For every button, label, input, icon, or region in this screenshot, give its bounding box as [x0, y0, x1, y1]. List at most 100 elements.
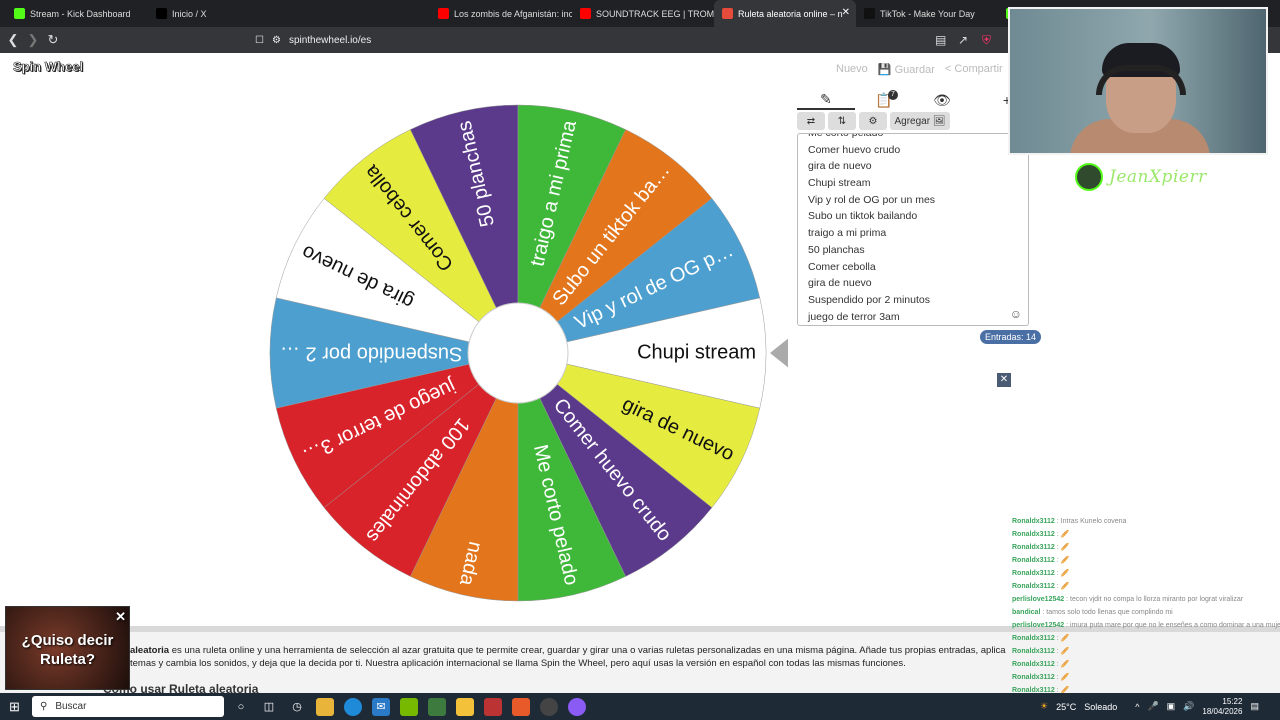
site-logo[interactable]: Spin Wheel [13, 59, 84, 75]
mic-icon[interactable]: 🎤 [1147, 701, 1158, 712]
tab-close-icon[interactable]: ✕ [842, 7, 850, 18]
url-field[interactable]: ☐ ⚙ spinthewheel.io/es [255, 30, 1005, 50]
app-icon[interactable] [428, 697, 446, 716]
wheel[interactable]: Chupi streamgira de nuevoComer huevo cru… [268, 103, 788, 603]
chat-message: Ronaldx3112 : 🥖 [1012, 528, 1280, 541]
description-bold: aleatoria [130, 645, 170, 656]
description-text: aleatoria es una ruleta online y una her… [130, 644, 1010, 670]
task-view-icon[interactable]: ○ [232, 698, 250, 716]
roulette-promo[interactable]: ✕ ¿Quiso decir Ruleta? [5, 606, 130, 690]
brave-icon[interactable] [512, 697, 530, 716]
browser-tab[interactable]: Ruleta aleatoria online – n ✕ [714, 0, 856, 27]
widgets-icon[interactable]: ◫ [260, 698, 278, 716]
streamer-avatar [1075, 163, 1103, 191]
forward-icon[interactable]: ❯ [23, 32, 43, 48]
close-ad-icon[interactable]: ✕ [997, 373, 1011, 387]
share-page-icon[interactable]: ↗ [958, 33, 968, 47]
wheel-segment-label: Suspendido por 2 … [280, 343, 462, 365]
wheel-segment-label: Chupi stream [637, 341, 756, 363]
chat-message: perlislove12542 : imura puta mare por qu… [1012, 619, 1280, 632]
reload-icon[interactable]: ↻ [43, 32, 63, 48]
browser-tab[interactable]: Inicio / X [148, 0, 290, 27]
obs-icon[interactable] [540, 697, 558, 716]
chat-text: 🥖 [1060, 544, 1070, 551]
weather-icon: ☀ [1040, 701, 1049, 711]
entries-textarea[interactable]: Me corto pelado Comer huevo crudo gira de… [797, 133, 1029, 326]
entry-tools: ⇄ ⇅ ⚙ Agregar 🖼 [797, 112, 950, 130]
mail-icon[interactable]: ✉ [372, 697, 390, 716]
browser-tab[interactable]: TikTok - Make Your Day [856, 0, 998, 27]
spinthewheel-icon [722, 8, 733, 19]
new-button[interactable]: Nuevo [836, 63, 868, 76]
browser-tab[interactable]: Los zombis de Afganistán: inch [430, 0, 572, 27]
entry-line: juego de terror 3am [808, 310, 900, 323]
clock-time: 15:22 [1222, 696, 1243, 706]
chat-text: 🥖 [1060, 648, 1070, 655]
clock-date: 18/04/2026 [1202, 706, 1243, 716]
add-wheel-icon[interactable]: + [971, 92, 1011, 108]
add-image-label: Agregar [894, 115, 931, 127]
nvidia-icon[interactable] [400, 697, 418, 716]
chat-text: imura puta mare por que no le enseñes a … [1070, 622, 1280, 629]
description-body: es una ruleta online y una herramienta d… [130, 645, 1006, 669]
add-image-button[interactable]: Agregar 🖼 [890, 112, 950, 130]
chat-message: Ronaldx3112 : 🥖 [1012, 541, 1280, 554]
chat-message: Ronaldx3112 : Intras Kunelo covena [1012, 515, 1280, 528]
chat-text: Intras Kunelo covena [1060, 518, 1127, 525]
entry-line: Chupi stream [808, 177, 871, 190]
results-icon[interactable]: 📋 7 [855, 89, 913, 109]
url-text: spinthewheel.io/es [288, 34, 372, 46]
chat-user: Ronaldx3112 [1012, 648, 1055, 655]
chat-text: 🥖 [1060, 674, 1070, 681]
emoji-icon[interactable]: ☺ [1010, 307, 1022, 321]
taskbar-search[interactable]: ⚲ Buscar [32, 696, 224, 717]
chat-user: Ronaldx3112 [1012, 570, 1055, 577]
clock[interactable]: 15:22 18/04/2026 [1202, 697, 1242, 717]
tray-chevron-icon[interactable]: ^ [1135, 702, 1139, 712]
wheel-center[interactable] [467, 302, 569, 404]
chat-user: bandical [1012, 609, 1041, 616]
share-button[interactable]: < Compartir [945, 63, 1003, 76]
site-info-icon[interactable]: ⚙ [272, 35, 281, 46]
browser-tab[interactable]: SOUNDTRACK EEG | TROMPET [572, 0, 714, 27]
entry-line: Comer cebolla [808, 260, 876, 273]
chat-message: Ronaldx3112 : 🥖 [1012, 632, 1280, 645]
notifications-icon[interactable]: ▤ [1250, 701, 1259, 712]
entry-line: traigo a mi prima [808, 227, 887, 240]
chat-message: Ronaldx3112 : 🥖 [1012, 658, 1280, 671]
chat-message: Ronaldx3112 : 🥖 [1012, 554, 1280, 567]
chat-text: 🥖 [1060, 583, 1070, 590]
chat-text: 🥖 [1060, 661, 1070, 668]
search-label: Buscar [55, 701, 87, 712]
back-icon[interactable]: ❮ [3, 32, 23, 48]
hide-icon[interactable]: 👁 [913, 92, 971, 109]
tab-label: Ruleta aleatoria online – n [738, 8, 843, 19]
volume-icon[interactable]: 🔊 [1183, 701, 1194, 712]
entry-line: Suspendido por 2 minutos [808, 293, 930, 306]
edit-icon[interactable]: ✎ [797, 91, 855, 110]
brave-shield-icon[interactable]: ⛨ [982, 33, 991, 48]
discord-icon[interactable] [568, 697, 586, 716]
reader-icon[interactable]: ▤ [935, 33, 946, 47]
webcam-overlay [1008, 7, 1268, 155]
settings-button[interactable]: ⚙ [859, 112, 887, 130]
bookmark-icon[interactable]: ☐ [255, 35, 264, 46]
close-icon[interactable]: ✕ [115, 607, 126, 626]
network-icon[interactable]: ▣ [1167, 701, 1176, 712]
promo-text: ¿Quiso decir Ruleta? [21, 632, 114, 668]
folder-icon[interactable] [456, 697, 474, 716]
headphones-icon [1096, 65, 1186, 95]
streamlabs-icon[interactable] [484, 697, 502, 716]
browser-tab[interactable]: Stream - Kick Dashboard [6, 0, 148, 27]
shuffle-button[interactable]: ⇄ [797, 112, 825, 130]
explorer-icon[interactable] [316, 697, 334, 716]
sort-button[interactable]: ⇅ [828, 112, 856, 130]
performance-icon[interactable]: ◷ [288, 698, 306, 716]
entry-line: Subo un tiktok bailando [808, 210, 918, 223]
save-button[interactable]: 💾 Guardar [878, 63, 935, 76]
chat-message: perlislove12542 : tecon vjdit no compa l… [1012, 593, 1280, 606]
windows-start-icon[interactable]: ⊞ [9, 699, 20, 715]
wheel-pointer-icon [770, 338, 788, 368]
edge-icon[interactable] [344, 697, 362, 716]
tab-label: Los zombis de Afganistán: inch [454, 8, 572, 19]
